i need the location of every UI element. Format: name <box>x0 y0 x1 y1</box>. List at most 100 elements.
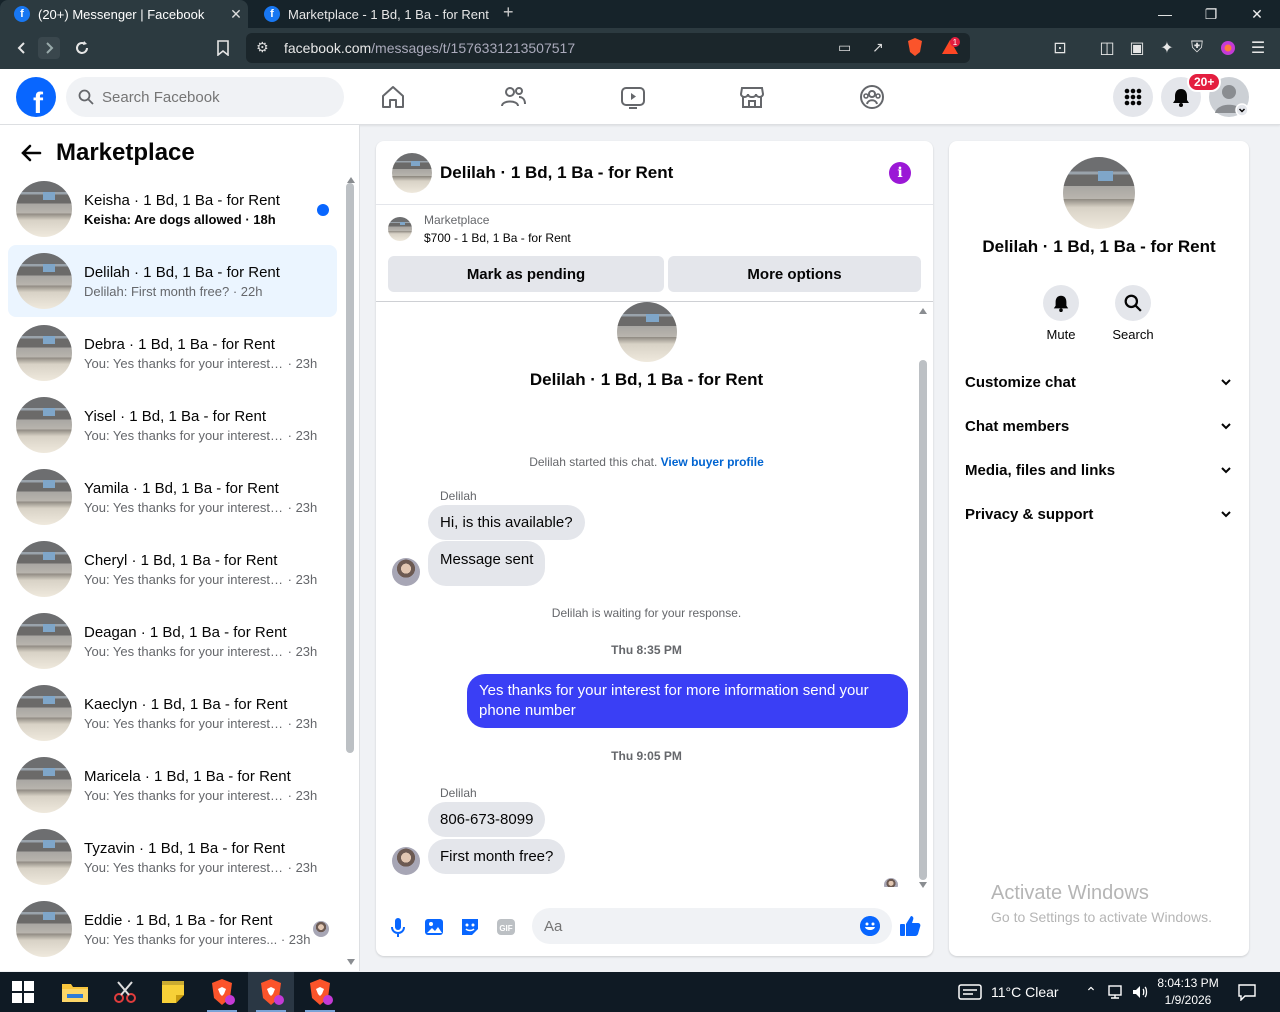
like-thumbs-up-icon[interactable] <box>898 914 922 938</box>
marketplace-listing[interactable]: Marketplace $700 - 1 Bd, 1 Ba - for Rent <box>388 213 571 245</box>
start-button[interactable] <box>0 972 46 1012</box>
profile-icon[interactable] <box>1217 37 1239 59</box>
share-icon[interactable]: ↗ <box>872 39 884 56</box>
chevron-down-icon <box>1221 379 1231 386</box>
message-input[interactable] <box>532 908 892 944</box>
back-icon[interactable] <box>11 37 33 59</box>
weather-text: 11°C Clear <box>991 984 1059 1000</box>
more-options-button[interactable]: More options <box>668 256 921 292</box>
menu-icon[interactable]: ☰ <box>1247 37 1269 59</box>
chevron-up-icon[interactable]: ⌃ <box>1083 984 1099 1001</box>
minimize-icon[interactable]: — <box>1142 0 1188 28</box>
photo-icon[interactable] <box>423 916 445 938</box>
bookmark-icon[interactable] <box>212 37 234 59</box>
groups-icon[interactable] <box>858 83 886 111</box>
marketplace-icon[interactable] <box>738 83 766 111</box>
notification-center-icon[interactable] <box>1238 983 1256 1001</box>
sender-avatar[interactable] <box>392 558 420 586</box>
back-arrow-icon[interactable] <box>20 142 42 164</box>
chat-avatar[interactable] <box>392 152 432 193</box>
scrollbar-thumb[interactable] <box>919 360 927 880</box>
conversation-item[interactable]: Yisel · 1 Bd, 1 Ba - for Rent You: Yes t… <box>8 389 337 461</box>
privacy-support-item[interactable]: Privacy & support <box>965 492 1233 536</box>
conversation-item[interactable]: Cheryl · 1 Bd, 1 Ba - for Rent You: Yes … <box>8 533 337 605</box>
emoji-icon[interactable] <box>860 916 880 936</box>
notification-badge: 20+ <box>1187 72 1222 92</box>
system-clock[interactable]: 8:04:13 PM 1/9/2026 <box>1150 975 1226 1009</box>
site-info-icon[interactable]: ⚙ <box>256 39 269 56</box>
volume-icon[interactable] <box>1131 984 1149 1000</box>
message-bubble[interactable]: Hi, is this available? <box>428 505 585 540</box>
message-bubble[interactable]: First month free? <box>428 839 566 874</box>
brave-browser-app-active[interactable] <box>248 972 294 1012</box>
restore-icon[interactable]: ❐ <box>1188 0 1234 28</box>
scroll-down-icon[interactable] <box>347 959 355 965</box>
gif-icon[interactable]: GIF <box>495 916 517 938</box>
conversation-item[interactable]: Tyzavin · 1 Bd, 1 Ba - for Rent You: Yes… <box>8 821 337 893</box>
microphone-icon[interactable] <box>387 916 409 938</box>
weather-widget[interactable]: 11°C Clear <box>958 972 1059 1012</box>
network-icon[interactable] <box>1107 984 1125 1000</box>
info-icon[interactable]: i <box>889 162 911 184</box>
sticky-note-icon <box>162 981 184 1003</box>
view-buyer-profile-link[interactable]: View buyer profile <box>661 455 764 469</box>
scroll-up-icon[interactable] <box>919 308 927 314</box>
address-bar[interactable]: ⚙ facebook.com/messages/t/15763312135075… <box>246 33 970 63</box>
search-box[interactable] <box>66 77 344 117</box>
conversation-item[interactable]: Deagan · 1 Bd, 1 Ba - for Rent You: Yes … <box>8 605 337 677</box>
friends-icon[interactable] <box>499 83 527 111</box>
vpn-icon[interactable]: ⛨ <box>1186 37 1208 59</box>
video-icon[interactable] <box>619 83 647 111</box>
scrollbar-thumb[interactable] <box>346 183 354 753</box>
brave-icon <box>212 979 235 1005</box>
conversation-item-selected[interactable]: Delilah · 1 Bd, 1 Ba - for Rent Delilah:… <box>8 245 337 317</box>
media-files-links-item[interactable]: Media, files and links <box>965 448 1233 492</box>
home-icon[interactable] <box>379 83 407 111</box>
brave-shields-icon[interactable] <box>906 37 924 60</box>
conversation-item[interactable]: Eddie · 1 Bd, 1 Ba - for Rent You: Yes t… <box>8 893 337 965</box>
scroll-down-icon[interactable] <box>919 882 927 888</box>
brave-browser-app[interactable] <box>199 972 245 1012</box>
conversation-item[interactable]: Yamila · 1 Bd, 1 Ba - for Rent You: Yes … <box>8 461 337 533</box>
message-bubble[interactable]: Message sent <box>428 541 546 586</box>
tab-marketplace[interactable]: f Marketplace - 1 Bd, 1 Ba - for Rent <box>250 0 500 28</box>
leo-ai-icon[interactable]: ✦ <box>1156 37 1178 59</box>
cast-icon[interactable]: ▭ <box>838 39 851 56</box>
customize-chat-item[interactable]: Customize chat <box>965 360 1233 404</box>
conversation-item[interactable]: Maricela · 1 Bd, 1 Ba - for Rent You: Ye… <box>8 749 337 821</box>
close-window-icon[interactable]: ✕ <box>1234 0 1280 28</box>
file-explorer-app[interactable] <box>52 972 98 1012</box>
mute-button[interactable]: Mute <box>1031 285 1091 342</box>
profile-image[interactable] <box>1063 157 1135 229</box>
brave-browser-app[interactable] <box>297 972 343 1012</box>
conversation-item[interactable]: Debra · 1 Bd, 1 Ba - for Rent You: Yes t… <box>8 317 337 389</box>
forward-icon[interactable] <box>38 37 60 59</box>
tab-messenger[interactable]: f (20+) Messenger | Facebook ✕ <box>0 0 248 28</box>
sender-avatar[interactable] <box>392 847 420 875</box>
brave-rewards-icon[interactable]: 1 <box>940 37 960 60</box>
screenshot-icon[interactable]: ⊡ <box>1049 37 1071 59</box>
conversation-item[interactable]: Kaeclyn · 1 Bd, 1 Ba - for Rent You: Yes… <box>8 677 337 749</box>
chat-members-item[interactable]: Chat members <box>965 404 1233 448</box>
chat-panel: Delilah · 1 Bd, 1 Ba - for Rent i Market… <box>376 141 933 956</box>
grid-icon <box>1124 88 1142 106</box>
menu-grid-button[interactable] <box>1113 77 1153 117</box>
wallet-icon[interactable]: ▣ <box>1126 37 1148 59</box>
mark-as-pending-button[interactable]: Mark as pending <box>388 256 664 292</box>
search-in-chat-button[interactable]: Search <box>1103 285 1163 342</box>
search-input[interactable] <box>102 88 322 106</box>
new-tab-button[interactable]: + <box>503 2 514 23</box>
outgoing-message-bubble[interactable]: Yes thanks for your interest for more in… <box>467 674 908 728</box>
message-bubble[interactable]: 806-673-8099 <box>428 802 546 837</box>
chat-title[interactable]: Delilah · 1 Bd, 1 Ba - for Rent <box>440 163 673 183</box>
reload-icon[interactable] <box>71 37 93 59</box>
snipping-tool-app[interactable] <box>102 972 148 1012</box>
sender-name: Delilah <box>440 489 477 503</box>
sticky-notes-app[interactable] <box>150 972 196 1012</box>
sticker-icon[interactable] <box>459 916 481 938</box>
sidebar-icon[interactable]: ◫ <box>1096 37 1118 59</box>
listing-thumbnail <box>16 757 72 813</box>
conversation-item[interactable]: Keisha · 1 Bd, 1 Ba - for Rent Keisha: A… <box>8 173 337 245</box>
close-tab-icon[interactable]: ✕ <box>224 6 248 23</box>
facebook-logo[interactable]: f <box>16 77 56 117</box>
